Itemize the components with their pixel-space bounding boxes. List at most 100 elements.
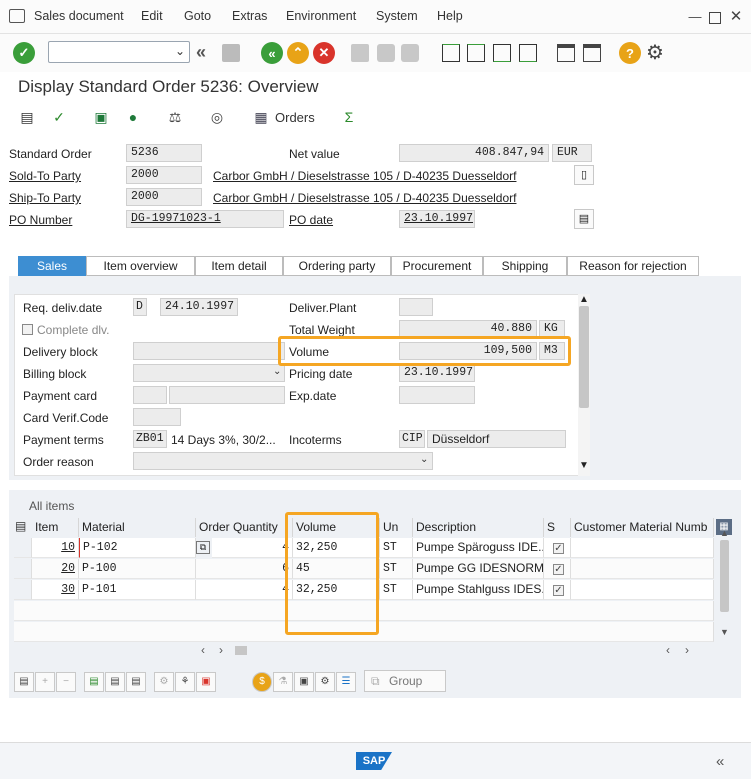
shortcut-icon[interactable] xyxy=(583,44,601,62)
cell-material[interactable]: P-100 xyxy=(79,559,196,579)
tab-sales[interactable]: Sales xyxy=(18,256,86,276)
scroll-up-icon[interactable]: ▲ xyxy=(579,294,589,305)
cell-item[interactable]: 10 xyxy=(32,538,79,558)
command-field[interactable]: ⌄ xyxy=(48,41,190,63)
pricing-icon[interactable]: $ xyxy=(252,672,272,692)
save-icon[interactable] xyxy=(222,44,240,62)
first-page-icon[interactable] xyxy=(442,44,460,62)
ship-to-party-label[interactable]: Ship-To Party xyxy=(9,191,81,205)
tab-shipping[interactable]: Shipping xyxy=(483,256,567,276)
item-structure-icon[interactable]: ⚘ xyxy=(175,672,195,692)
collapse-status-icon[interactable]: « xyxy=(716,753,724,770)
cell-item[interactable]: 30 xyxy=(32,580,79,600)
row-selector[interactable] xyxy=(14,580,32,600)
group-button[interactable]: ⧉ Group xyxy=(364,670,446,692)
check-incompletion-icon[interactable]: ✓ xyxy=(50,108,68,126)
menu-environment[interactable]: Environment xyxy=(286,9,356,23)
order-reason-select[interactable] xyxy=(133,452,433,470)
row-selector[interactable] xyxy=(14,559,32,579)
sum-icon[interactable]: Σ xyxy=(340,108,358,126)
col-header-description[interactable]: Description xyxy=(413,518,544,537)
create-session-icon[interactable] xyxy=(557,44,575,62)
print-icon[interactable] xyxy=(351,44,369,62)
col-header-un[interactable]: Un xyxy=(380,518,413,537)
status-checkbox[interactable]: ✓ xyxy=(553,585,564,596)
hscroll-thumb-left[interactable] xyxy=(235,646,247,655)
cell-material[interactable]: P-102 xyxy=(79,538,196,558)
cell-customer-material[interactable] xyxy=(571,580,714,600)
previous-page-icon[interactable] xyxy=(467,44,485,62)
display-object-icon[interactable]: ◎ xyxy=(208,108,226,126)
cell-item[interactable]: 20 xyxy=(32,559,79,579)
po-date-label[interactable]: PO date xyxy=(289,213,333,227)
hscroll2-right-icon[interactable]: › xyxy=(685,643,689,657)
hscroll-right-icon[interactable]: › xyxy=(219,643,223,657)
menu-extras[interactable]: Extras xyxy=(232,9,267,23)
scroll-down-icon[interactable]: ▼ xyxy=(579,460,589,471)
next-page-icon[interactable] xyxy=(493,44,511,62)
orders-button[interactable]: Orders xyxy=(275,110,315,125)
ship-to-party-name[interactable]: Carbor GmbH / Dieselstrasse 105 / D-4023… xyxy=(213,191,516,205)
grid-scroll-down-icon[interactable]: ▼ xyxy=(720,627,729,637)
sold-to-party-label[interactable]: Sold-To Party xyxy=(9,169,81,183)
cell-order-quantity[interactable]: 4 xyxy=(212,538,293,558)
menu-edit[interactable]: Edit xyxy=(141,9,163,23)
menu-goto[interactable]: Goto xyxy=(184,9,211,23)
close-window-icon[interactable]: ✕ xyxy=(729,9,743,24)
pdf-output-icon[interactable]: ▣ xyxy=(196,672,216,692)
document-flow-icon[interactable]: ▤ xyxy=(18,108,36,126)
menu-system[interactable]: System xyxy=(376,9,418,23)
minimize-icon[interactable]: — xyxy=(688,10,702,24)
select-all-icon[interactable]: ▤ xyxy=(84,672,104,692)
billing-block-select[interactable] xyxy=(133,364,285,382)
help-icon[interactable]: ? xyxy=(619,42,641,64)
cancel-icon[interactable]: ✕ xyxy=(313,42,335,64)
balance-scale-icon[interactable]: ⚖ xyxy=(166,108,184,126)
exit-icon[interactable]: ⌃ xyxy=(287,42,309,64)
person-icon[interactable]: ● xyxy=(124,108,142,126)
grid-scroll-up-icon[interactable]: ▲ xyxy=(720,528,729,538)
menu-icon[interactable] xyxy=(9,9,25,23)
settings-gear-icon[interactable]: ⚙ xyxy=(646,40,664,65)
schedule-lines-icon[interactable]: ⚗ xyxy=(273,672,293,692)
cell-order-quantity[interactable]: 6 xyxy=(196,559,293,579)
tab-item-overview[interactable]: Item overview xyxy=(86,256,195,276)
complete-dlv-checkbox[interactable] xyxy=(22,324,33,335)
back-icon[interactable]: « xyxy=(261,42,283,64)
cell-description[interactable]: Pumpe GG IDESNORM... xyxy=(413,559,544,579)
add-item-icon[interactable]: + xyxy=(35,672,55,692)
menu-help[interactable]: Help xyxy=(437,9,463,23)
order-reason-chevron-icon[interactable]: ⌄ xyxy=(420,454,428,465)
col-header-s[interactable]: S xyxy=(544,518,571,537)
sales-panel-scrollbar[interactable]: ▲ ▼ xyxy=(578,294,590,476)
item-config-icon[interactable]: ⚙ xyxy=(154,672,174,692)
sold-to-party-name[interactable]: Carbor GmbH / Dieselstrasse 105 / D-4023… xyxy=(213,169,516,183)
scroll-thumb[interactable] xyxy=(579,306,589,408)
last-page-icon[interactable] xyxy=(519,44,537,62)
tab-procurement[interactable]: Procurement xyxy=(391,256,483,276)
tab-item-detail[interactable]: Item detail xyxy=(195,256,283,276)
status-checkbox[interactable]: ✓ xyxy=(553,564,564,575)
status-checkbox[interactable]: ✓ xyxy=(553,543,564,554)
col-header-item[interactable]: Item xyxy=(32,518,79,537)
col-header-customer-material[interactable]: Customer Material Numb xyxy=(571,518,714,537)
item-detail-icon[interactable]: ▤ xyxy=(14,672,34,692)
billing-block-chevron-icon[interactable]: ⌄ xyxy=(273,366,281,377)
col-header-material[interactable]: Material xyxy=(79,518,196,537)
configuration-icon[interactable]: ⚙ xyxy=(315,672,335,692)
delivery-block-select[interactable] xyxy=(133,342,285,360)
enter-check-icon[interactable]: ✓ xyxy=(13,42,35,64)
table-settings-icon[interactable]: ▤ xyxy=(15,519,29,533)
cell-description[interactable]: Pumpe Späroguss IDE... xyxy=(413,538,544,558)
cell-un[interactable]: ST xyxy=(380,538,413,558)
delete-item-icon[interactable]: − xyxy=(56,672,76,692)
cell-description[interactable]: Pumpe Stahlguss IDES... xyxy=(413,580,544,600)
find-next-icon[interactable] xyxy=(401,44,419,62)
tab-ordering-party[interactable]: Ordering party xyxy=(283,256,391,276)
maximize-icon[interactable] xyxy=(709,12,721,24)
cell-material[interactable]: P-101 xyxy=(79,580,196,600)
cell-order-quantity[interactable]: 4 xyxy=(196,580,293,600)
deselect-all-icon[interactable]: ▤ xyxy=(126,672,146,692)
select-block-icon[interactable]: ▤ xyxy=(105,672,125,692)
orders-grid-icon[interactable]: ▦ xyxy=(252,108,270,126)
